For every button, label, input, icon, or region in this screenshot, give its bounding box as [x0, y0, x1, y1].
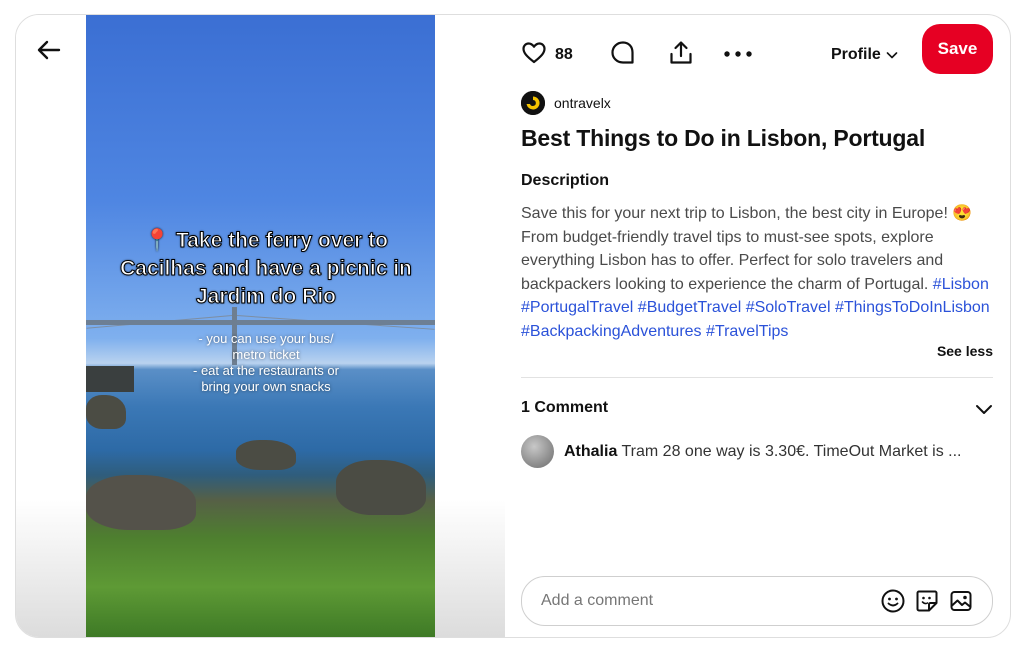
see-less-button[interactable]: See less — [937, 343, 993, 359]
share-icon — [667, 39, 695, 72]
comments-heading: 1 Comment — [521, 399, 609, 416]
author-logo-icon — [521, 91, 545, 115]
video-title-overlay: 📍 Take the ferry over to Cacilhas and ha… — [120, 229, 413, 309]
caption-line: - you can use your bus/ — [198, 331, 334, 346]
comment-input[interactable] — [539, 591, 863, 611]
rock — [236, 440, 296, 470]
media-panel: 📍 Take the ferry over to Cacilhas and ha… — [16, 15, 505, 637]
pin-video[interactable]: 📍 Take the ferry over to Cacilhas and ha… — [86, 15, 435, 637]
page-title: Best Things to Do in Lisbon, Portugal — [521, 125, 926, 151]
rock — [86, 475, 196, 530]
divider — [521, 377, 993, 378]
pin-detail-card: 📍 Take the ferry over to Cacilhas and ha… — [15, 14, 1011, 638]
comment-text: Athalia Tram 28 one way is 3.30€. TimeOu… — [564, 443, 992, 461]
comment-author[interactable]: Athalia — [564, 443, 617, 460]
video-caption-overlay: - you can use your bus/ metro ticket - e… — [166, 331, 366, 395]
chevron-down-icon — [886, 49, 898, 61]
comment-box — [521, 576, 993, 626]
bridge-deck — [86, 320, 435, 325]
description-text: Save this for your next trip to Lisbon, … — [521, 202, 995, 343]
pin-author[interactable]: ontravelx — [521, 91, 611, 115]
rock — [86, 395, 126, 429]
description-body: Save this for your next trip to Lisbon, … — [521, 205, 973, 293]
avatar[interactable] — [521, 435, 554, 468]
comment-button[interactable] — [609, 33, 637, 77]
chevron-down-icon[interactable] — [974, 399, 994, 419]
caption-line: - eat at the restaurants or — [193, 363, 339, 378]
likes-count: 88 — [555, 46, 573, 63]
share-button[interactable] — [667, 33, 695, 77]
image-icon[interactable] — [948, 588, 974, 614]
avatar — [521, 91, 545, 115]
profile-dropdown[interactable]: Profile — [831, 33, 898, 77]
author-name[interactable]: ontravelx — [554, 95, 611, 111]
more-icon — [723, 46, 753, 64]
caption-line: bring your own snacks — [201, 379, 331, 394]
details-panel: 88 Profile Save ontravelx Best Things to… — [505, 15, 1010, 637]
sticker-icon[interactable] — [914, 588, 940, 614]
more-options-button[interactable] — [723, 33, 753, 77]
rock — [336, 460, 426, 515]
comment-box-actions — [880, 588, 974, 614]
comment-content: Tram 28 one way is 3.30€. TimeOut Market… — [621, 442, 962, 460]
pier — [86, 366, 134, 392]
profile-label: Profile — [831, 46, 881, 63]
heart-icon — [521, 40, 547, 71]
emoji-icon[interactable] — [880, 588, 906, 614]
comment-item: Athalia Tram 28 one way is 3.30€. TimeOu… — [521, 435, 993, 468]
back-arrow-icon[interactable] — [34, 35, 64, 65]
like-button[interactable]: 88 — [521, 33, 573, 77]
caption-line: metro ticket — [232, 347, 300, 362]
save-button[interactable]: Save — [922, 24, 993, 74]
comment-icon — [609, 39, 637, 72]
description-heading: Description — [521, 172, 610, 189]
